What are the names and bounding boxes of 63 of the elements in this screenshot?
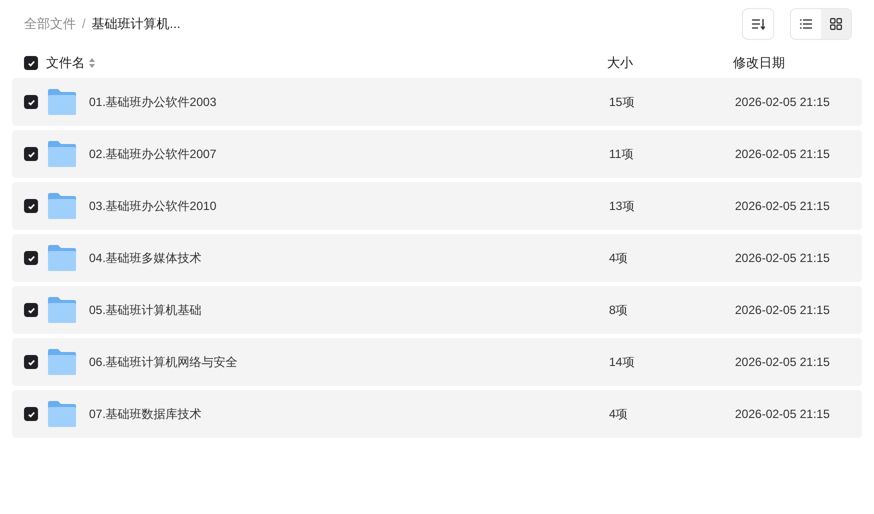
- modified-date: 2026-02-05 21:15: [735, 198, 830, 215]
- breadcrumb-item[interactable]: 全部文件: [24, 14, 76, 34]
- folder-name: 01.基础班办公软件2003: [89, 94, 218, 111]
- folder-icon: [47, 296, 77, 324]
- checkbox[interactable]: [24, 251, 38, 265]
- folder-name: 03.基础班办公软件2010: [89, 198, 218, 215]
- item-count: 14项: [609, 354, 636, 371]
- checkbox[interactable]: [24, 355, 38, 369]
- check-icon: [26, 202, 36, 210]
- folder-row[interactable]: 06.基础班计算机网络与安全 14项 2026-02-05 21:15: [12, 338, 862, 386]
- list-icon: [800, 19, 812, 29]
- folder-row[interactable]: 07.基础班数据库技术 4项 2026-02-05 21:15: [12, 390, 862, 438]
- column-header: 修改日期: [733, 54, 785, 72]
- item-count: 13项: [609, 198, 636, 215]
- grid-view-button[interactable]: [821, 9, 851, 39]
- item-count: 11项: [609, 146, 634, 163]
- column-header: 大小: [607, 54, 634, 72]
- modified-date: 2026-02-05 21:15: [735, 406, 830, 423]
- breadcrumb-item: 基础班计算机...: [92, 15, 180, 34]
- item-count: 4项: [609, 250, 629, 267]
- item-count: 15项: [609, 94, 636, 111]
- folder-icon: [47, 140, 77, 168]
- folder-icon: [47, 244, 77, 272]
- grid-icon: [830, 18, 842, 30]
- folder-row[interactable]: 04.基础班多媒体技术 4项 2026-02-05 21:15: [12, 234, 862, 282]
- column-header[interactable]: 文件名: [46, 53, 85, 73]
- folder-name: 07.基础班数据库技术: [89, 406, 203, 423]
- modified-date: 2026-02-05 21:15: [735, 250, 830, 267]
- check-icon: [26, 58, 36, 68]
- check-icon: [26, 410, 36, 418]
- breadcrumb-separator: /: [82, 15, 86, 34]
- check-icon: [26, 358, 36, 366]
- checkbox[interactable]: [24, 95, 38, 109]
- folder-icon: [47, 400, 77, 428]
- checkbox[interactable]: [24, 303, 38, 317]
- check-icon: [26, 306, 36, 314]
- checkbox[interactable]: [24, 56, 38, 70]
- sort-button[interactable]: [742, 8, 774, 40]
- folder-row[interactable]: 03.基础班办公软件2010 13项 2026-02-05 21:15: [12, 182, 862, 230]
- sort-icon: [751, 18, 765, 30]
- check-icon: [26, 150, 36, 158]
- item-count: 4项: [609, 406, 629, 423]
- folder-icon: [47, 192, 77, 220]
- modified-date: 2026-02-05 21:15: [735, 354, 830, 371]
- checkbox[interactable]: [24, 199, 38, 213]
- folder-row[interactable]: 02.基础班办公软件2007 11项 2026-02-05 21:15: [12, 130, 862, 178]
- item-count: 8项: [609, 302, 629, 319]
- checkbox[interactable]: [24, 407, 38, 421]
- check-icon: [26, 98, 36, 106]
- folder-name: 02.基础班办公软件2007: [89, 146, 218, 163]
- folder-icon: [47, 348, 77, 376]
- modified-date: 2026-02-05 21:15: [735, 302, 830, 319]
- modified-date: 2026-02-05 21:15: [735, 146, 830, 163]
- checkbox[interactable]: [24, 147, 38, 161]
- folder-name: 05.基础班计算机基础: [89, 302, 203, 319]
- folder-row[interactable]: 01.基础班办公软件2003 15项 2026-02-05 21:15: [12, 78, 862, 126]
- folder-name: 04.基础班多媒体技术: [89, 250, 203, 267]
- folder-icon: [47, 88, 77, 116]
- modified-date: 2026-02-05 21:15: [735, 94, 830, 111]
- sort-icon: [89, 58, 95, 68]
- check-icon: [26, 254, 36, 262]
- folder-row[interactable]: 05.基础班计算机基础 8项 2026-02-05 21:15: [12, 286, 862, 334]
- folder-name: 06.基础班计算机网络与安全: [89, 354, 239, 371]
